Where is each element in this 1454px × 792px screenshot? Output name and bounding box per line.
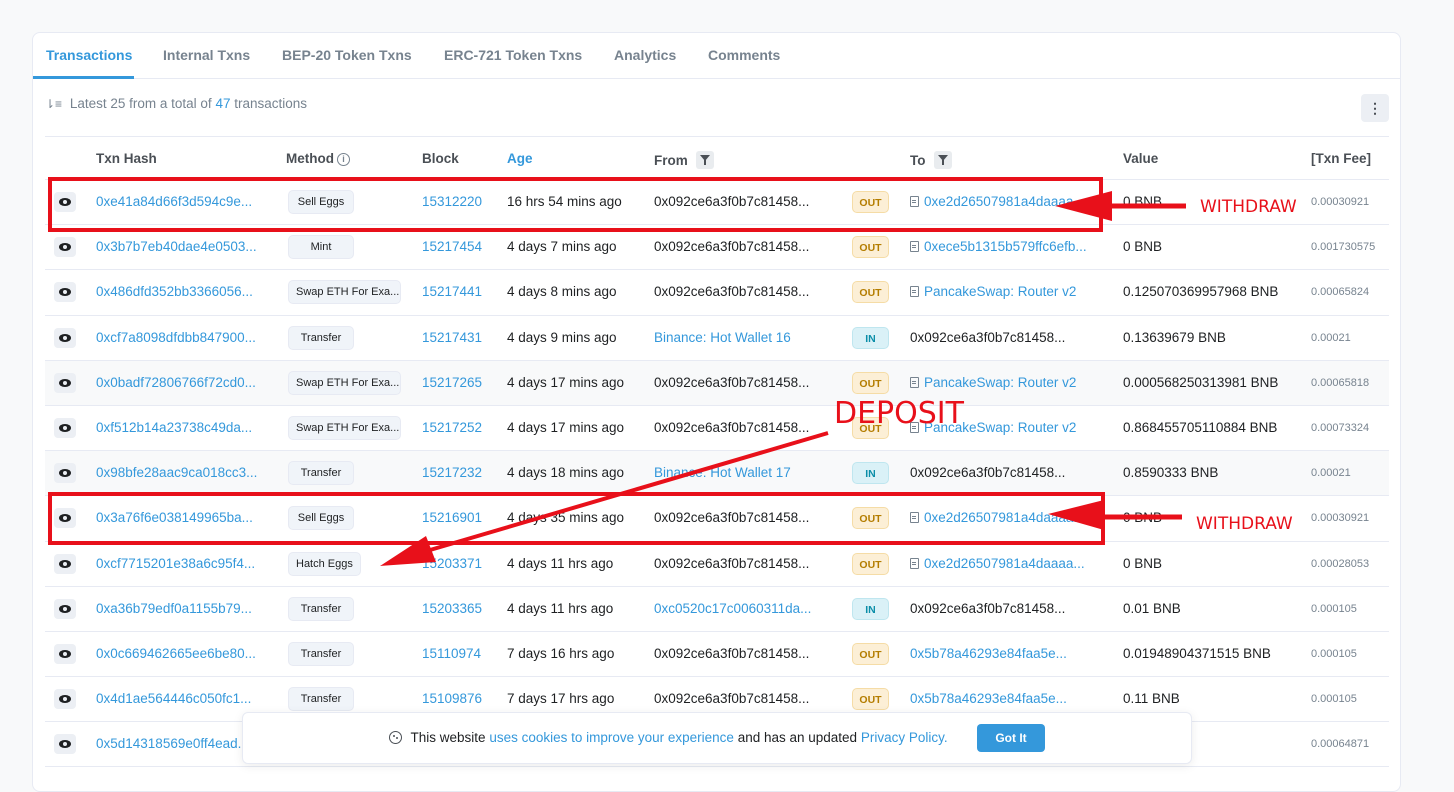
- cookie-policy-link[interactable]: uses cookies to improve your experience: [489, 730, 734, 745]
- annotation-arrows: [380, 191, 1186, 566]
- cookie-banner: This website uses cookies to improve you…: [242, 712, 1192, 764]
- withdraw-arrowhead-2: [1048, 500, 1104, 530]
- deposit-arrow: [429, 431, 829, 552]
- got-it-button[interactable]: Got It: [977, 724, 1045, 752]
- privacy-policy-link[interactable]: Privacy Policy.: [861, 730, 948, 745]
- withdraw-arrowhead-1: [1055, 191, 1112, 221]
- cookie-icon: [389, 731, 402, 744]
- deposit-arrowhead: [380, 536, 436, 566]
